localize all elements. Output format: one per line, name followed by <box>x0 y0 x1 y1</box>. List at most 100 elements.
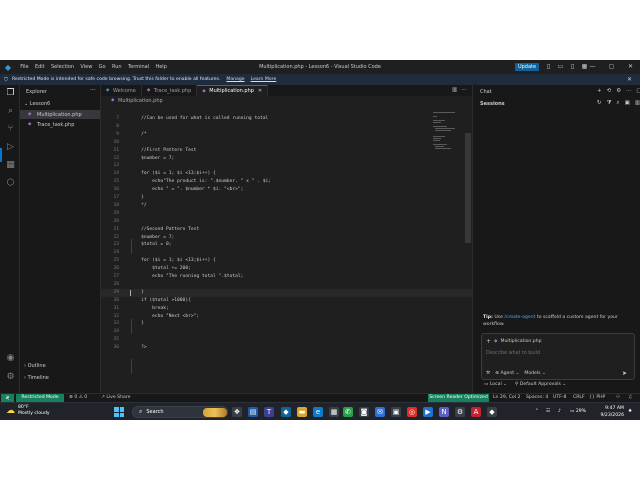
collapse-icon[interactable]: ▣ <box>625 100 630 107</box>
code-line[interactable]: 8 <box>101 123 472 131</box>
search-icon[interactable]: ⌕ <box>5 106 16 117</box>
learn-more-link[interactable]: Learn More <box>251 77 277 82</box>
menu-file[interactable]: File <box>17 64 32 70</box>
code-line[interactable]: 7 //Can be used for what is called runni… <box>101 115 472 123</box>
indentation[interactable]: Spaces: 4 <box>526 394 548 402</box>
new-chat-icon[interactable]: + <box>597 88 602 94</box>
code-line[interactable]: 20 <box>101 218 472 226</box>
battery-indicator[interactable]: ▭ 29% <box>570 403 586 420</box>
code-line[interactable]: 34 <box>101 328 472 336</box>
chat-more-icon[interactable]: ··· <box>626 88 631 94</box>
chat-settings-icon[interactable]: ⚙ <box>616 88 621 94</box>
edge-icon[interactable]: e <box>313 407 323 417</box>
manage-gear-icon[interactable]: ⚙ <box>5 372 16 383</box>
remote-indicator-icon[interactable]: ≷ <box>1 394 14 402</box>
search-sessions-icon[interactable]: ⌕ <box>617 100 620 107</box>
code-line[interactable]: 22 $number = 7; <box>101 234 472 242</box>
app-icon[interactable]: ▦ <box>329 407 339 417</box>
code-line[interactable]: 30 if ($total >1000){ <box>101 297 472 305</box>
line-endings[interactable]: CRLF <box>573 394 585 402</box>
code-line[interactable]: 19 <box>101 210 472 218</box>
camera-icon[interactable]: ◙ <box>359 407 369 417</box>
chrome-icon[interactable]: ◎ <box>407 407 417 417</box>
minimize-icon[interactable]: — <box>583 62 602 71</box>
refresh-icon[interactable]: ↻ <box>597 100 602 107</box>
start-icon[interactable] <box>114 407 124 417</box>
agent-picker[interactable]: ⊛ Agent ⌄ <box>495 371 519 376</box>
create-agent-link[interactable]: /create-agent <box>504 315 535 320</box>
code-line[interactable]: 10 <box>101 139 472 147</box>
add-context-icon[interactable]: + <box>486 338 491 345</box>
code-line[interactable]: 15 echo"The product is: ".$number. " x "… <box>101 178 472 186</box>
tab-welcome[interactable]: ◆ Welcome <box>101 85 142 96</box>
code-line[interactable]: 36 ?> <box>101 344 472 352</box>
attachment-file[interactable]: Multiplication.php <box>501 339 542 344</box>
widgets-icon[interactable]: ❖ <box>232 407 242 417</box>
zoom-icon[interactable]: ▶ <box>423 407 433 417</box>
live-share-status[interactable]: ↗ Live Share <box>101 394 130 402</box>
chat-input-box[interactable]: + ◆ Multiplication.php Describe what to … <box>481 333 635 380</box>
toggle-panel-icon[interactable]: ▭ <box>557 63 564 70</box>
more-actions-icon[interactable]: ··· <box>461 87 466 93</box>
mail-icon[interactable]: ✉ <box>375 407 385 417</box>
close-window-icon[interactable]: ✕ <box>621 62 640 71</box>
vscode-taskbar-icon[interactable]: ◆ <box>281 407 291 417</box>
notifications-icon[interactable]: ♫ <box>628 394 632 402</box>
split-editor-icon[interactable]: ▥ <box>452 87 457 93</box>
screen-reader-status[interactable]: Screen Reader Optimized <box>428 394 489 402</box>
code-line[interactable]: 9 /* <box>101 131 472 139</box>
clock[interactable]: 9:47 AM 9/23/2026 <box>598 405 624 419</box>
code-line[interactable]: 35 <box>101 336 472 344</box>
notification-bell-icon[interactable]: ♠ <box>628 403 632 420</box>
code-line[interactable]: 24 <box>101 249 472 257</box>
whatsapp-icon[interactable]: ✆ <box>343 407 353 417</box>
explorer-icon[interactable]: ❐ <box>5 88 16 99</box>
extensions-icon[interactable]: ▦ <box>5 160 16 171</box>
store-icon[interactable]: ▤ <box>248 407 258 417</box>
code-line[interactable]: 29 } <box>101 288 472 297</box>
banner-close-icon[interactable]: ✕ <box>627 76 632 83</box>
menu-terminal[interactable]: Terminal <box>125 64 153 70</box>
code-line[interactable]: 26 $total += 200; <box>101 265 472 273</box>
acrobat-icon[interactable]: A <box>471 407 481 417</box>
chat-input[interactable]: Describe what to build <box>486 351 540 356</box>
menu-view[interactable]: View <box>77 64 95 70</box>
code-line[interactable]: 28 <box>101 281 472 289</box>
taskbar-search[interactable]: ⌕ Search <box>132 406 228 418</box>
restricted-mode-status[interactable]: Restricted Mode <box>16 394 64 402</box>
menu-go[interactable]: Go <box>95 64 108 70</box>
code-line[interactable]: 33 } <box>101 320 472 328</box>
code-line[interactable]: 12 $number = 7; <box>101 155 472 163</box>
maximize-panel-icon[interactable]: ▢ <box>636 88 640 94</box>
remote-explorer-icon[interactable]: ⬡ <box>5 178 16 189</box>
copilot-status-icon[interactable]: ⚇ <box>616 394 620 402</box>
tray-overflow-icon[interactable]: ⌃ <box>535 403 539 420</box>
teams-icon[interactable]: T <box>264 407 274 417</box>
update-button[interactable]: Update <box>515 63 539 71</box>
code-line[interactable]: 31 break; <box>101 305 472 313</box>
code-line[interactable]: 17 } <box>101 194 472 202</box>
close-tab-icon[interactable]: ✕ <box>258 88 262 94</box>
local-picker[interactable]: ▭ Local ⌄ <box>484 382 507 387</box>
source-control-icon[interactable]: ⑂ <box>5 124 16 135</box>
outline-section[interactable]: › Outline <box>24 363 46 369</box>
tab-trace-task[interactable]: ◆ Trace_task.php <box>141 85 198 96</box>
code-line[interactable]: 23 $total = 0; <box>101 241 472 249</box>
file-explorer-icon[interactable]: ▬ <box>297 407 307 417</box>
approvals-picker[interactable]: ⚲ Default Approvals ⌄ <box>515 382 566 387</box>
language-mode[interactable]: {} PHP <box>589 394 605 402</box>
menu-edit[interactable]: Edit <box>32 64 48 70</box>
code-line[interactable]: 21 //Second Pattern Test <box>101 226 472 234</box>
toggle-sidebar-icon[interactable]: ▯ <box>545 63 552 70</box>
send-icon[interactable]: ➤ <box>622 370 627 377</box>
volume-icon[interactable]: ♪ <box>558 403 561 420</box>
code-line[interactable]: 27 echo "The running total ".$total; <box>101 273 472 281</box>
explorer-more-icon[interactable]: ··· <box>90 87 96 94</box>
code-line[interactable]: 25 for ($i = 1; $i <13;$i++) { <box>101 257 472 265</box>
accounts-icon[interactable]: ◉ <box>5 353 16 364</box>
encoding[interactable]: UTF-8 <box>553 394 566 402</box>
menu-help[interactable]: Help <box>152 64 170 70</box>
code-line[interactable]: 32 echo "Next <br>"; <box>101 313 472 321</box>
cursor-position[interactable]: Ln 29, Col 2 <box>493 394 520 402</box>
code-line[interactable]: 13 <box>101 162 472 170</box>
